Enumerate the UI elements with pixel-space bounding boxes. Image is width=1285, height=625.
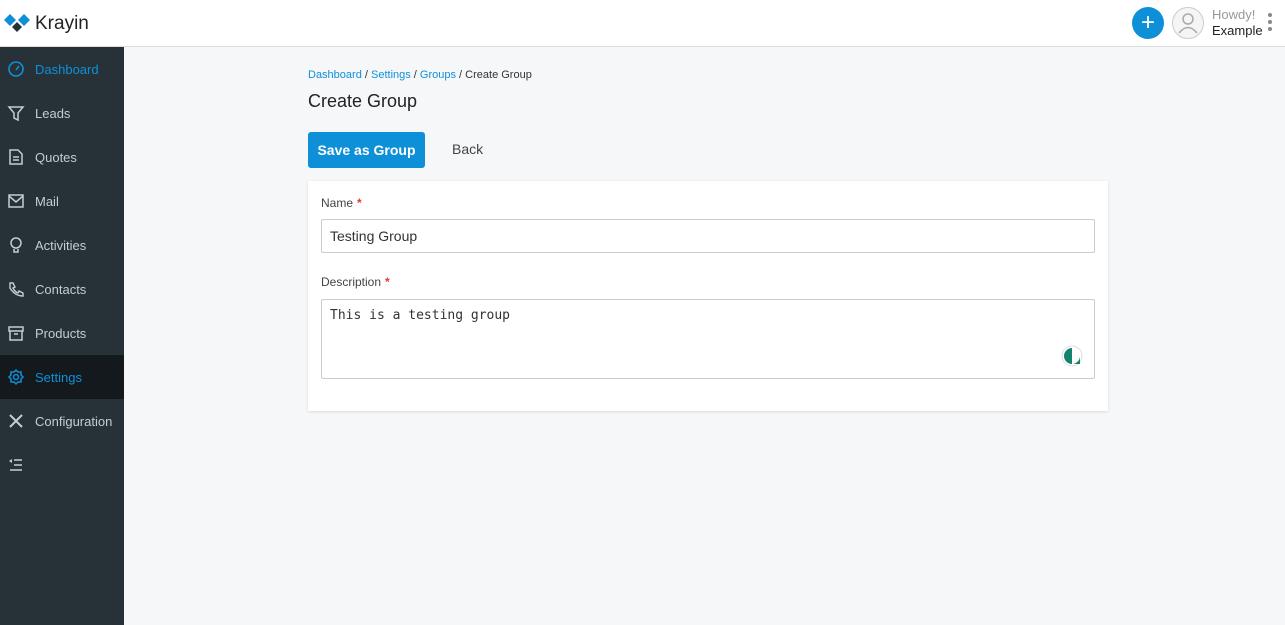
more-menu-icon[interactable] [1268, 13, 1274, 34]
sidebar-item-label: Settings [35, 369, 82, 385]
form-card: Name * Testing Group Description * This is… [308, 181, 1108, 411]
required-mark: * [385, 275, 390, 289]
top-bar: Krayin + Howdy! Example [0, 0, 1285, 47]
description-textarea[interactable]: This is a testing group [321, 299, 1095, 379]
sidebar-item-quotes[interactable]: Quotes [0, 135, 124, 179]
breadcrumb-dashboard[interactable]: Dashboard [308, 69, 362, 81]
gear-icon [7, 368, 25, 386]
sidebar-item-label: Dashboard [35, 61, 99, 77]
sidebar-item-label: Configuration [35, 413, 113, 429]
grammarly-icon[interactable] [1061, 345, 1083, 367]
breadcrumb-current: Create Group [465, 69, 532, 81]
document-icon [9, 149, 23, 165]
sidebar-item-dashboard[interactable]: Dashboard [0, 47, 124, 91]
tools-icon [9, 414, 23, 428]
sidebar-item-settings[interactable]: Settings [0, 355, 124, 399]
user-icon [1178, 13, 1198, 34]
breadcrumb: Dashboard / Settings / Groups / Create G… [308, 69, 532, 81]
sidebar-item-contacts[interactable]: Contacts [0, 267, 124, 311]
breadcrumb-settings[interactable]: Settings [371, 69, 411, 81]
avatar[interactable] [1172, 7, 1204, 39]
user-name[interactable]: Example [1212, 23, 1263, 38]
back-button[interactable]: Back [452, 141, 483, 157]
krayin-logo-icon [4, 14, 30, 32]
breadcrumb-groups[interactable]: Groups [420, 69, 456, 81]
sidebar-item-products[interactable]: Products [0, 311, 124, 355]
collapse-menu-icon [9, 459, 22, 471]
sidebar-item-label: Activities [35, 237, 87, 253]
logo[interactable]: Krayin [4, 13, 89, 35]
collapse-sidebar-button[interactable] [0, 443, 124, 487]
sidebar-item-label: Contacts [35, 281, 87, 297]
dashboard-icon [8, 61, 24, 77]
sidebar-item-label: Mail [35, 193, 59, 209]
app-name: Krayin [35, 13, 89, 34]
sidebar-item-activities[interactable]: Activities [0, 223, 124, 267]
archive-icon [8, 326, 24, 341]
filter-icon [7, 106, 25, 122]
sidebar: Dashboard Leads Quotes Mail Activities C… [0, 47, 124, 625]
required-mark: * [357, 196, 362, 210]
sidebar-item-leads[interactable]: Leads [0, 91, 124, 135]
sidebar-item-label: Leads [35, 105, 71, 121]
description-label: Description * [321, 275, 390, 289]
mail-icon [8, 194, 24, 208]
name-input[interactable]: Testing Group [321, 219, 1095, 253]
label-text: Description [321, 275, 382, 289]
lightbulb-icon [10, 237, 22, 253]
sidebar-item-configuration[interactable]: Configuration [0, 399, 124, 443]
phone-icon [9, 282, 24, 297]
save-button[interactable]: Save as Group [308, 132, 425, 168]
sidebar-item-label: Quotes [35, 149, 77, 165]
label-text: Name [321, 196, 354, 210]
quick-create-button[interactable]: + [1132, 7, 1164, 39]
sidebar-item-mail[interactable]: Mail [0, 179, 124, 223]
description-text: This is a testing group [330, 308, 511, 323]
greeting: Howdy! [1212, 7, 1256, 22]
sidebar-item-label: Products [35, 325, 87, 341]
name-label: Name * [321, 196, 362, 210]
page-title: Create Group [308, 91, 418, 111]
